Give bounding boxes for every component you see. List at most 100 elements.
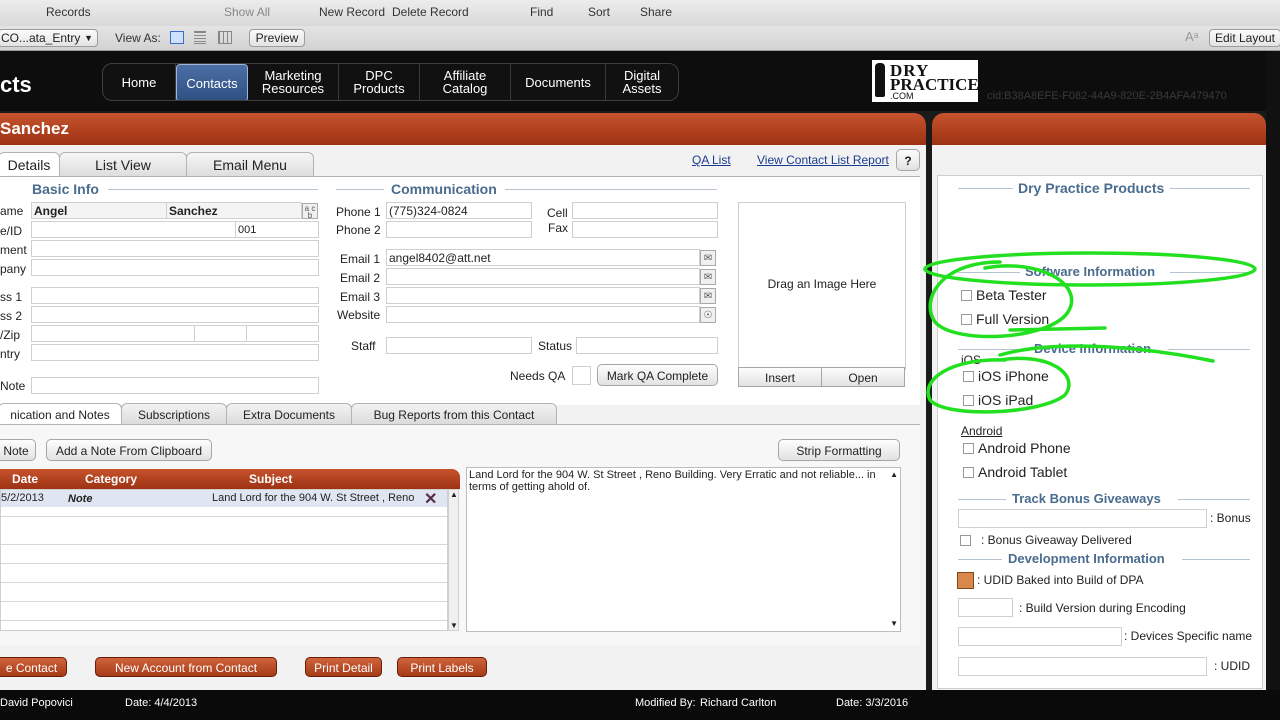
strip-formatting-button[interactable]: Strip Formatting — [778, 439, 900, 461]
full-version-label: Full Version — [976, 311, 1050, 327]
tab-extra-documents[interactable]: Extra Documents — [226, 403, 352, 426]
phone1-field[interactable]: (775)324-0824 — [386, 202, 532, 219]
app-title: cts — [0, 72, 32, 97]
ios-iphone-checkbox[interactable] — [963, 371, 974, 382]
bonus-delivered-checkbox[interactable] — [960, 535, 971, 546]
qa-list-link[interactable]: QA List — [692, 153, 731, 167]
window-scrollbar[interactable] — [1266, 51, 1280, 690]
android-tablet-checkbox[interactable] — [963, 467, 974, 478]
bonus-field[interactable] — [958, 509, 1207, 528]
list-view-icon[interactable] — [194, 31, 206, 44]
beta-tester-checkbox[interactable] — [961, 290, 972, 301]
delete-row-icon[interactable]: ✕ — [424, 490, 437, 507]
email3-field[interactable] — [386, 287, 700, 304]
department-field[interactable] — [31, 240, 319, 257]
scroll-down-icon[interactable]: ▼ — [450, 621, 458, 630]
records-menu[interactable]: Records — [46, 5, 91, 19]
mail-icon[interactable]: ✉ — [700, 288, 716, 304]
staff-field[interactable] — [386, 337, 532, 354]
nav-digital-assets[interactable]: Digital Assets — [606, 64, 678, 100]
ios-ipad-checkbox[interactable] — [963, 395, 974, 406]
phone2-field[interactable] — [386, 221, 532, 238]
first-name-field[interactable]: Angel — [31, 202, 167, 219]
nav-contacts[interactable]: Contacts — [176, 64, 248, 100]
id-field[interactable]: 001 — [235, 221, 319, 238]
view-contact-list-report-link[interactable]: View Contact List Report — [757, 153, 889, 167]
needs-qa-checkbox[interactable] — [572, 366, 591, 385]
tab-email-menu[interactable]: Email Menu — [186, 152, 314, 177]
nav-marketing-resources[interactable]: Marketing Resources — [248, 64, 339, 100]
country-field[interactable] — [31, 344, 319, 361]
android-phone-checkbox[interactable] — [963, 443, 974, 454]
nav-home[interactable]: Home — [103, 64, 176, 100]
new-note-button[interactable]: Note — [0, 439, 36, 461]
tab-subscriptions[interactable]: Subscriptions — [121, 403, 227, 426]
preview-button[interactable]: Preview — [249, 29, 305, 47]
tab-bug-reports[interactable]: Bug Reports from this Contact — [351, 403, 557, 426]
new-record-button[interactable]: New Record — [319, 5, 385, 19]
col-date[interactable]: Date — [12, 472, 38, 486]
nav-affiliate-catalog[interactable]: Affiliate Catalog — [420, 64, 511, 100]
globe-icon[interactable]: ☉ — [700, 307, 716, 323]
nav-dpc-products[interactable]: DPC Products — [339, 64, 420, 100]
note-text-area[interactable]: Land Lord for the 904 W. St Street , Ren… — [466, 467, 901, 632]
company-field[interactable] — [31, 259, 319, 276]
mark-qa-complete-button[interactable]: Mark QA Complete — [597, 364, 718, 386]
state-field[interactable] — [194, 325, 247, 342]
new-account-from-contact-button[interactable]: New Account from Contact — [95, 657, 277, 677]
show-all-button[interactable]: Show All — [224, 5, 270, 19]
last-name-field[interactable]: Sanchez — [166, 202, 302, 219]
spell-check-icon[interactable]: a c b — [302, 203, 318, 220]
mail-icon[interactable]: ✉ — [700, 269, 716, 285]
layout-select[interactable]: CO...ata_Entry ▼ — [0, 29, 98, 47]
text-size-icon[interactable]: Aᵃ — [1185, 29, 1199, 44]
tab-communication-notes[interactable]: nication and Notes — [0, 403, 122, 426]
col-subject[interactable]: Subject — [249, 472, 292, 486]
delete-contact-button[interactable]: e Contact — [0, 657, 67, 677]
udid-field[interactable] — [958, 657, 1207, 676]
devices-specific-field[interactable] — [958, 627, 1122, 646]
status-field[interactable] — [576, 337, 718, 354]
zip-field[interactable] — [246, 325, 319, 342]
address1-field[interactable] — [31, 287, 319, 304]
scroll-down-icon[interactable]: ▼ — [890, 618, 898, 630]
find-button[interactable]: Find — [530, 5, 553, 19]
print-labels-button[interactable]: Print Labels — [397, 657, 487, 677]
build-version-field[interactable] — [958, 598, 1013, 617]
scroll-up-icon[interactable]: ▲ — [890, 469, 898, 481]
tab-details[interactable]: Details — [0, 152, 60, 177]
title-field[interactable] — [31, 221, 236, 238]
email2-field[interactable] — [386, 268, 700, 285]
created-date: Date: 4/4/2013 — [125, 697, 198, 709]
table-view-icon[interactable] — [218, 31, 232, 44]
tab-list-view[interactable]: List View — [59, 152, 187, 177]
cell-field[interactable] — [572, 202, 718, 219]
nav-documents[interactable]: Documents — [511, 64, 606, 100]
col-category[interactable]: Category — [85, 472, 137, 486]
notes-scrollbar[interactable]: ▲ ▼ — [448, 489, 459, 631]
city-field[interactable] — [31, 325, 195, 342]
image-container[interactable]: Drag an Image Here — [738, 202, 906, 370]
address2-field[interactable] — [31, 306, 319, 323]
scroll-up-icon[interactable]: ▲ — [450, 490, 458, 499]
share-button[interactable]: Share — [640, 5, 672, 19]
mail-icon[interactable]: ✉ — [700, 250, 716, 266]
udid-baked-checkbox[interactable] — [957, 572, 974, 589]
form-view-icon[interactable] — [170, 31, 184, 44]
edit-layout-button[interactable]: Edit Layout — [1209, 29, 1280, 47]
website-field[interactable] — [386, 306, 700, 323]
add-note-from-clipboard-button[interactable]: Add a Note From Clipboard — [46, 439, 212, 461]
note-field[interactable] — [31, 377, 319, 394]
table-row[interactable]: 5/2/2013 Note Land Lord for the 904 W. S… — [1, 490, 447, 507]
insert-image-button[interactable]: Insert — [738, 367, 822, 387]
fax-field[interactable] — [572, 221, 718, 238]
row-divider — [1, 544, 447, 545]
full-version-checkbox[interactable] — [961, 314, 972, 325]
email1-field[interactable]: angel8402@att.net — [386, 249, 700, 266]
delete-record-button[interactable]: Delete Record — [392, 5, 469, 19]
created-by: David Popovici — [0, 697, 73, 709]
open-image-button[interactable]: Open — [821, 367, 905, 387]
sort-button[interactable]: Sort — [588, 5, 610, 19]
print-detail-button[interactable]: Print Detail — [305, 657, 382, 677]
help-button[interactable]: ? — [896, 149, 920, 171]
